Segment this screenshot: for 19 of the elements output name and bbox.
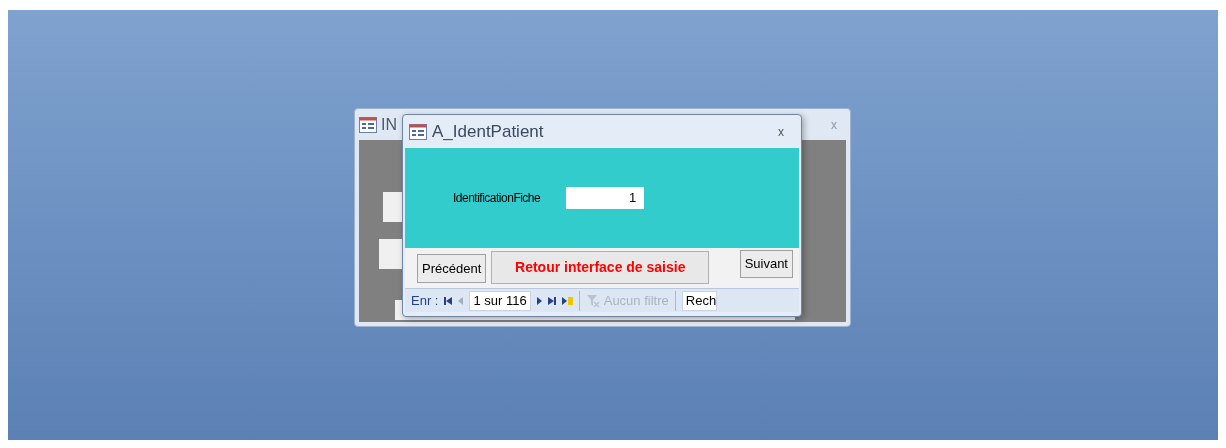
first-record-icon[interactable] (444, 296, 453, 305)
close-button[interactable]: x (767, 122, 795, 141)
form-control (383, 192, 405, 222)
next-record-icon[interactable] (536, 296, 542, 305)
identification-field[interactable]: 1 (566, 187, 645, 209)
window-title: A_IdentPatient (432, 120, 544, 143)
form-icon (409, 123, 427, 140)
new-record-icon[interactable] (561, 296, 573, 305)
filter-icon (585, 293, 600, 308)
window-title: IN (381, 114, 397, 135)
previous-button[interactable]: Précédent (417, 254, 487, 283)
form-icon (359, 116, 377, 133)
next-button[interactable]: Suivant (739, 250, 793, 278)
record-position-field[interactable]: 1 sur 116 (469, 290, 531, 311)
form-control (379, 239, 405, 269)
search-field[interactable]: Rech (681, 290, 718, 311)
field-label: IdentificationFiche (453, 190, 541, 207)
last-record-icon[interactable] (547, 296, 556, 305)
record-label: Enr : (411, 291, 439, 310)
